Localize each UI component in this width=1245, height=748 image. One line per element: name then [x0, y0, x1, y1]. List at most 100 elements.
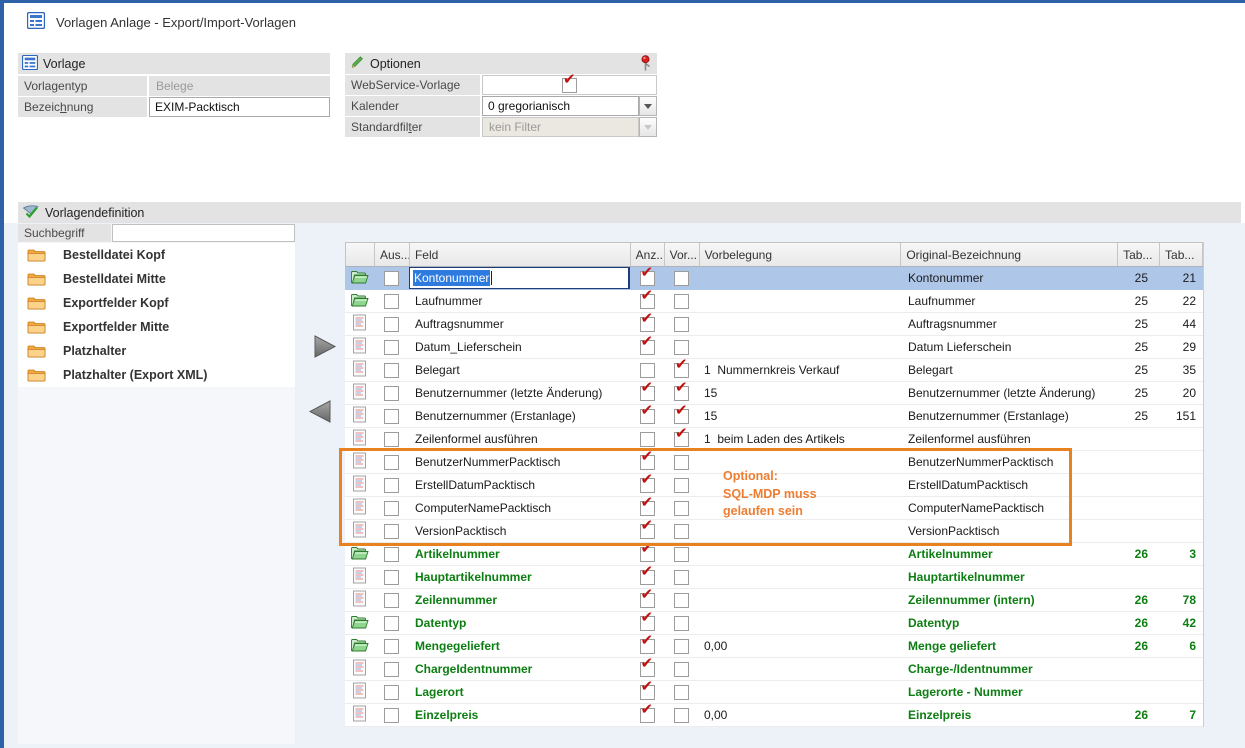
vorbelegung-checkbox[interactable]: [674, 501, 689, 516]
webservice-vorlage-checkbox[interactable]: ✔: [562, 78, 577, 93]
vorbelegung-checkbox[interactable]: ✔: [674, 409, 689, 424]
folder-list-item[interactable]: Exportfelder Mitte: [18, 315, 295, 339]
folder-list-item[interactable]: Platzhalter (Export XML): [18, 363, 295, 387]
anzeigen-checkbox[interactable]: ✔: [640, 685, 655, 700]
kalender-select[interactable]: 0 gregorianisch: [482, 96, 639, 116]
vorbelegung-checkbox[interactable]: [674, 478, 689, 493]
table-row[interactable]: Zeilenformel ausführen✔1 beim Laden des …: [345, 428, 1203, 451]
anzeigen-checkbox[interactable]: [640, 432, 655, 447]
anzeigen-checkbox[interactable]: ✔: [640, 593, 655, 608]
column-header[interactable]: Aus...: [375, 243, 410, 266]
anzeigen-checkbox[interactable]: ✔: [640, 662, 655, 677]
table-row[interactable]: Laufnummer✔Laufnummer2522: [345, 290, 1203, 313]
folder-list-item[interactable]: Platzhalter: [18, 339, 295, 363]
anzeigen-checkbox[interactable]: ✔: [640, 478, 655, 493]
anzeigen-checkbox[interactable]: ✔: [640, 501, 655, 516]
suchbegriff-input[interactable]: [112, 224, 295, 242]
vorbelegung-checkbox[interactable]: [674, 271, 689, 286]
column-header[interactable]: [346, 243, 375, 266]
table-row[interactable]: ComputerNamePacktisch✔ComputerNamePackti…: [345, 497, 1203, 520]
aus-checkbox[interactable]: [384, 639, 399, 654]
aus-checkbox[interactable]: [384, 340, 399, 355]
anzeigen-checkbox[interactable]: ✔: [640, 294, 655, 309]
vorbelegung-checkbox[interactable]: [674, 570, 689, 585]
anzeigen-checkbox[interactable]: ✔: [640, 547, 655, 562]
table-row[interactable]: ChargeIdentnummer✔Charge-/Identnummer: [345, 658, 1203, 681]
table-row[interactable]: Kontonummer✔Kontonummer2521: [345, 267, 1203, 290]
aus-checkbox[interactable]: [384, 501, 399, 516]
anzeigen-checkbox[interactable]: ✔: [640, 616, 655, 631]
column-header[interactable]: Anz...: [631, 243, 665, 266]
vorbelegung-checkbox[interactable]: [674, 455, 689, 470]
vorbelegung-checkbox[interactable]: [674, 340, 689, 355]
table-row[interactable]: ErstellDatumPacktisch✔ErstellDatumPackti…: [345, 474, 1203, 497]
aus-checkbox[interactable]: [384, 616, 399, 631]
aus-checkbox[interactable]: [384, 363, 399, 378]
aus-checkbox[interactable]: [384, 685, 399, 700]
column-header[interactable]: Tab...: [1160, 243, 1203, 266]
kalender-dropdown-button[interactable]: [639, 96, 657, 116]
aus-checkbox[interactable]: [384, 455, 399, 470]
vorbelegung-checkbox[interactable]: [674, 317, 689, 332]
anzeigen-checkbox[interactable]: ✔: [640, 455, 655, 470]
anzeigen-checkbox[interactable]: ✔: [640, 570, 655, 585]
aus-checkbox[interactable]: [384, 570, 399, 585]
vorbelegung-checkbox[interactable]: [674, 616, 689, 631]
aus-checkbox[interactable]: [384, 478, 399, 493]
anzeigen-checkbox[interactable]: [640, 363, 655, 378]
aus-checkbox[interactable]: [384, 593, 399, 608]
vorbelegung-checkbox[interactable]: ✔: [674, 432, 689, 447]
column-header[interactable]: Original-Bezeichnung: [901, 243, 1118, 266]
anzeigen-checkbox[interactable]: ✔: [640, 524, 655, 539]
folder-list-item[interactable]: Exportfelder Kopf: [18, 291, 295, 315]
folder-list-item[interactable]: Bestelldatei Kopf: [18, 243, 295, 267]
vorbelegung-checkbox[interactable]: ✔: [674, 386, 689, 401]
column-header[interactable]: Vor...: [665, 243, 700, 266]
table-row[interactable]: Benutzernummer (letzte Änderung)✔✔15Benu…: [345, 382, 1203, 405]
table-row[interactable]: Einzelpreis✔0,00Einzelpreis267: [345, 704, 1203, 727]
aus-checkbox[interactable]: [384, 432, 399, 447]
vorbelegung-checkbox[interactable]: [674, 662, 689, 677]
column-header[interactable]: Feld: [410, 243, 631, 266]
vorbelegung-checkbox[interactable]: [674, 593, 689, 608]
table-row[interactable]: BenutzerNummerPacktisch✔BenutzerNummerPa…: [345, 451, 1203, 474]
aus-checkbox[interactable]: [384, 547, 399, 562]
vorbelegung-checkbox[interactable]: [674, 547, 689, 562]
table-row[interactable]: VersionPacktisch✔VersionPacktisch: [345, 520, 1203, 543]
table-row[interactable]: Hauptartikelnummer✔Hauptartikelnummer: [345, 566, 1203, 589]
anzeigen-checkbox[interactable]: ✔: [640, 317, 655, 332]
table-row[interactable]: Benutzernummer (Erstanlage)✔✔15Benutzern…: [345, 405, 1203, 428]
anzeigen-checkbox[interactable]: ✔: [640, 340, 655, 355]
aus-checkbox[interactable]: [384, 708, 399, 723]
move-left-button[interactable]: [307, 398, 334, 428]
column-header[interactable]: Tab...: [1118, 243, 1160, 266]
aus-checkbox[interactable]: [384, 524, 399, 539]
field-name-editbox[interactable]: Kontonummer: [409, 267, 630, 289]
vorbelegung-checkbox[interactable]: [674, 294, 689, 309]
pin-icon[interactable]: [639, 55, 652, 75]
table-row[interactable]: Zeilennummer✔Zeilennummer (intern)2678: [345, 589, 1203, 612]
aus-checkbox[interactable]: [384, 662, 399, 677]
table-row[interactable]: Auftragsnummer✔Auftragsnummer2544: [345, 313, 1203, 336]
aus-checkbox[interactable]: [384, 386, 399, 401]
anzeigen-checkbox[interactable]: ✔: [640, 708, 655, 723]
vorbelegung-checkbox[interactable]: [674, 639, 689, 654]
table-row[interactable]: Lagerort✔Lagerorte - Nummer: [345, 681, 1203, 704]
table-row[interactable]: Mengegeliefert✔0,00Menge geliefert266: [345, 635, 1203, 658]
folder-list-item[interactable]: Bestelldatei Mitte: [18, 267, 295, 291]
anzeigen-checkbox[interactable]: ✔: [640, 409, 655, 424]
anzeigen-checkbox[interactable]: ✔: [640, 386, 655, 401]
vorbelegung-checkbox[interactable]: ✔: [674, 363, 689, 378]
move-right-button[interactable]: [311, 333, 338, 363]
table-row[interactable]: Datentyp✔Datentyp2642: [345, 612, 1203, 635]
anzeigen-checkbox[interactable]: ✔: [640, 271, 655, 286]
vorbelegung-checkbox[interactable]: [674, 524, 689, 539]
aus-checkbox[interactable]: [384, 294, 399, 309]
table-row[interactable]: Artikelnummer✔Artikelnummer263: [345, 543, 1203, 566]
table-row[interactable]: Datum_Lieferschein✔Datum Lieferschein252…: [345, 336, 1203, 359]
vorbelegung-checkbox[interactable]: [674, 708, 689, 723]
vorbelegung-checkbox[interactable]: [674, 685, 689, 700]
aus-checkbox[interactable]: [384, 409, 399, 424]
column-header[interactable]: Vorbelegung: [700, 243, 902, 266]
aus-checkbox[interactable]: [384, 271, 399, 286]
